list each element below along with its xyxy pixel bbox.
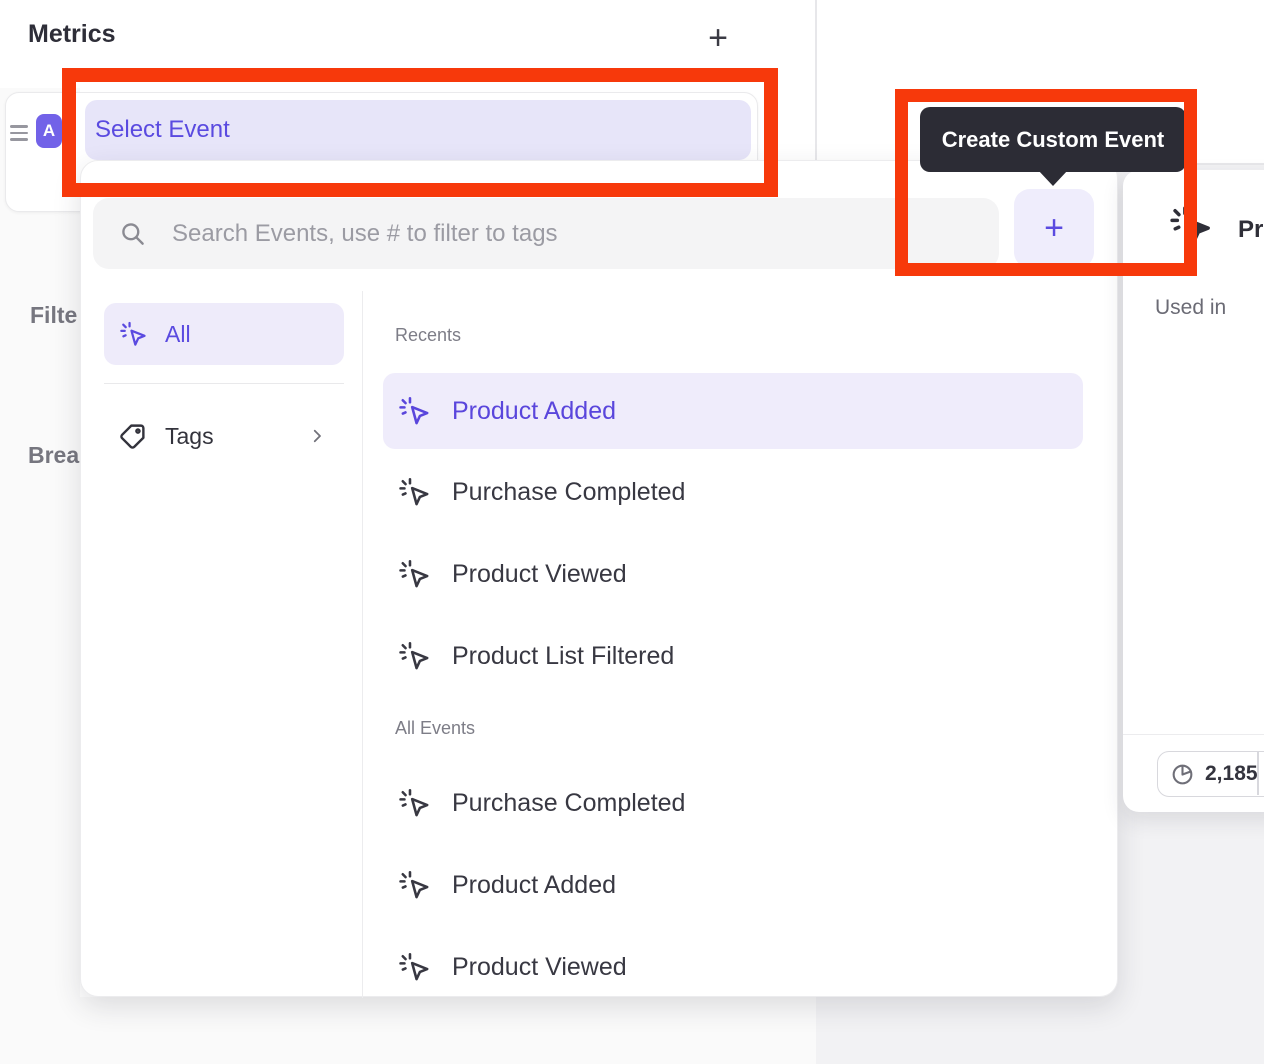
all-events-section-label: All Events xyxy=(395,718,475,739)
recents-section-label: Recents xyxy=(395,325,461,346)
event-cursor-icon xyxy=(399,641,430,672)
metric-letter-badge: A xyxy=(36,114,62,148)
event-picker-dropdown: + All Tags Recents Product Added Purchas… xyxy=(80,160,1118,997)
breakdowns-section-label: Brea xyxy=(28,442,79,469)
event-cursor-icon xyxy=(1170,205,1212,247)
tooltip-arrow xyxy=(1038,170,1068,186)
event-cursor-icon xyxy=(399,870,430,901)
event-cursor-icon xyxy=(399,952,430,983)
sidebar-item-tags[interactable]: Tags xyxy=(104,406,344,466)
event-item-label: Product Added xyxy=(452,397,616,426)
used-in-label: Used in xyxy=(1155,296,1226,320)
event-item-label: Product Viewed xyxy=(452,560,627,589)
create-custom-event-button[interactable]: + xyxy=(1014,189,1094,268)
select-event-button[interactable]: Select Event xyxy=(85,100,751,160)
search-bar xyxy=(93,198,999,269)
event-item-product-added[interactable]: Product Added xyxy=(383,373,1083,449)
event-count-chip: 2,185 xyxy=(1157,751,1264,797)
sidebar-item-label: Tags xyxy=(165,423,214,450)
event-cursor-icon xyxy=(120,321,147,348)
canvas-bottom-background xyxy=(80,997,816,1064)
sidebar-item-label: All xyxy=(165,321,191,348)
tooltip-text: Create Custom Event xyxy=(942,127,1165,153)
divider xyxy=(104,383,344,384)
event-item-label: Product List Filtered xyxy=(452,642,674,671)
event-item-product-viewed[interactable]: Product Viewed xyxy=(383,929,1083,1005)
filters-section-label: Filte xyxy=(30,302,77,329)
divider xyxy=(362,291,363,998)
add-metric-button[interactable]: + xyxy=(698,16,738,60)
divider xyxy=(1123,734,1264,735)
chevron-right-icon xyxy=(308,427,326,445)
event-item-purchase-completed[interactable]: Purchase Completed xyxy=(383,454,1083,530)
event-item-label: Purchase Completed xyxy=(452,789,685,818)
drag-handle-icon[interactable] xyxy=(10,121,28,141)
event-item-label: Product Added xyxy=(452,871,616,900)
tooltip: Create Custom Event xyxy=(920,107,1186,172)
event-item-product-list-filtered[interactable]: Product List Filtered xyxy=(383,618,1083,694)
canvas-left-background xyxy=(0,88,80,1064)
divider xyxy=(815,0,817,164)
search-icon xyxy=(119,220,146,247)
search-input[interactable] xyxy=(172,220,979,248)
event-count-value: 2,185 xyxy=(1205,762,1258,786)
tag-icon xyxy=(118,422,147,451)
pie-chart-icon xyxy=(1170,762,1195,787)
event-cursor-icon xyxy=(399,477,430,508)
sidebar-item-all[interactable]: All xyxy=(104,303,344,365)
detail-event-name: Pr xyxy=(1238,216,1263,244)
event-cursor-icon xyxy=(399,788,430,819)
event-item-product-viewed[interactable]: Product Viewed xyxy=(383,536,1083,612)
event-item-product-added[interactable]: Product Added xyxy=(383,847,1083,923)
event-item-label: Purchase Completed xyxy=(452,478,685,507)
event-detail-panel: Pr Used in 2,185 xyxy=(1123,170,1264,812)
divider xyxy=(1257,752,1259,795)
event-cursor-icon xyxy=(399,559,430,590)
event-item-label: Product Viewed xyxy=(452,953,627,982)
event-item-purchase-completed[interactable]: Purchase Completed xyxy=(383,765,1083,841)
event-cursor-icon xyxy=(399,396,430,427)
page-title: Metrics xyxy=(28,20,116,49)
